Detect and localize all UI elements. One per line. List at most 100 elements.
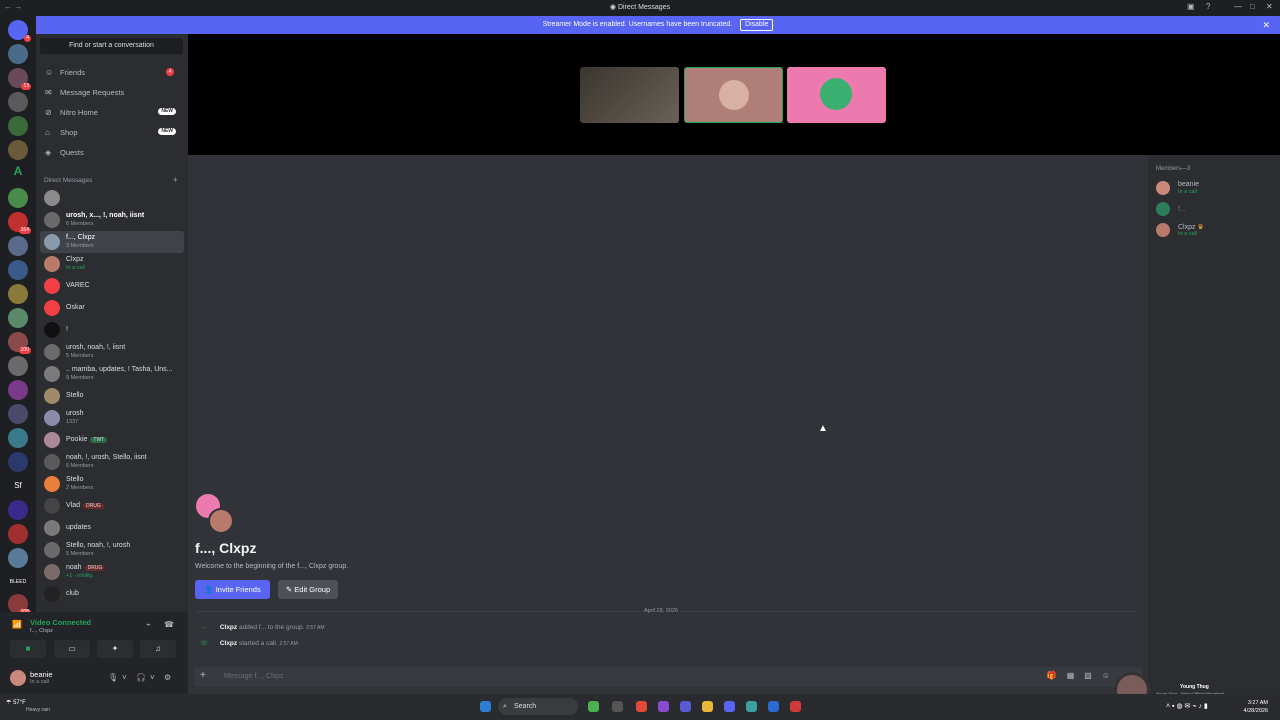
close-banner-icon[interactable]: ✕ [1262, 16, 1270, 34]
server-icon[interactable] [8, 524, 28, 544]
maximize-icon[interactable]: □ [1250, 2, 1255, 11]
create-dm-icon[interactable]: + [173, 175, 178, 185]
server-icon[interactable] [8, 236, 28, 256]
clock[interactable]: 3:27 AM 4/28/2026 [1244, 699, 1268, 715]
dm-item[interactable]: club [40, 583, 184, 605]
message-composer[interactable]: + Message f..., Clxpz 🎁▦▨☺ [194, 667, 1142, 687]
server-icon[interactable] [8, 44, 28, 64]
chevron-down-icon[interactable]: ˅ [150, 673, 155, 682]
gift-icon[interactable]: 🎁 [1047, 671, 1067, 680]
dm-item[interactable]: .. mamba, updates, ! Tasha, Uns... 9 Mem… [40, 363, 184, 385]
member-item[interactable]: f... [1156, 200, 1276, 220]
server-icon[interactable] [8, 500, 28, 520]
nav-friends[interactable]: ☺ Friends 4 [40, 64, 184, 82]
member-item[interactable]: beanie In a call [1156, 179, 1276, 199]
server-icon[interactable]: 308 [8, 594, 31, 616]
app-icon[interactable] [768, 701, 779, 712]
home-button[interactable]: 4 [8, 20, 31, 42]
dm-item[interactable]: urosh 1337 [40, 407, 184, 429]
video-tile[interactable] [580, 67, 679, 123]
taskbar-search[interactable]: ⌕ Search [498, 698, 578, 715]
sticker-icon[interactable]: ▨ [1084, 671, 1102, 680]
server-icon[interactable] [8, 428, 28, 448]
dm-item[interactable]: Vlad DRUG [40, 495, 184, 517]
weather-widget[interactable]: ☂ 57°F [6, 699, 26, 706]
server-icon[interactable]: A [8, 164, 28, 184]
server-icon[interactable]: BLEED [8, 572, 28, 592]
app-icon[interactable] [612, 701, 623, 712]
inbox-icon[interactable]: ▣ [1187, 2, 1195, 11]
server-icon[interactable] [8, 140, 28, 160]
disconnect-icon[interactable]: ☎ [164, 620, 174, 629]
server-icon[interactable]: 13 [8, 68, 31, 90]
nav-shop[interactable]: ⌂ Shop NEW [40, 124, 184, 142]
dm-item[interactable]: urosh, noah, !, iisnt 5 Members [40, 341, 184, 363]
app-icon[interactable] [636, 701, 647, 712]
server-icon[interactable]: 100 [8, 332, 31, 354]
dm-item-selected[interactable]: f..., Clxpz 3 Members [40, 231, 184, 253]
participant-tile[interactable] [684, 67, 783, 123]
server-icon[interactable] [8, 548, 28, 568]
screen-share-button[interactable]: ▭ [54, 640, 90, 658]
message-user[interactable]: Clxpz [220, 624, 237, 631]
server-icon[interactable] [8, 452, 28, 472]
server-icon[interactable] [8, 188, 28, 208]
voice-channel[interactable]: f..., Clxpz [30, 628, 53, 634]
dm-item[interactable]: VAREC [40, 275, 184, 297]
camera-button[interactable]: ■ [10, 640, 46, 658]
dm-item[interactable]: updates [40, 517, 184, 539]
server-icon[interactable]: Sf [8, 476, 28, 496]
activities-button[interactable]: ✦ [97, 640, 133, 658]
dm-item[interactable]: Stello [40, 385, 184, 407]
file-explorer-icon[interactable] [702, 701, 713, 712]
close-window-icon[interactable]: ✕ [1266, 2, 1273, 11]
app-icon[interactable] [658, 701, 669, 712]
help-icon[interactable]: ? [1206, 2, 1210, 11]
minimize-icon[interactable]: — [1234, 2, 1242, 11]
dm-item[interactable]: Stello, noah, !, urosh 5 Members [40, 539, 184, 561]
server-icon[interactable] [8, 356, 28, 376]
noise-suppression-icon[interactable]: ⌁ [146, 620, 151, 629]
nav-message-requests[interactable]: ✉ Message Requests [40, 84, 184, 102]
app-icon[interactable] [790, 701, 801, 712]
dm-item[interactable]: Clxpz In a call [40, 253, 184, 275]
avatar[interactable] [10, 670, 26, 686]
dm-item[interactable]: noah, !, urosh, Stello, iisnt 6 Members [40, 451, 184, 473]
server-icon[interactable] [8, 404, 28, 424]
dm-item[interactable]: Oskar [40, 297, 184, 319]
headphones-icon[interactable]: 🎧 [136, 673, 146, 682]
server-icon[interactable] [8, 380, 28, 400]
dm-item[interactable]: noah DRUG +1 · nihility. [40, 561, 184, 583]
gif-icon[interactable]: ▦ [1067, 671, 1085, 680]
server-icon[interactable] [8, 92, 28, 112]
server-icon[interactable] [8, 308, 28, 328]
nav-quests[interactable]: ◈ Quests [40, 144, 184, 162]
disable-streamer-button[interactable]: Disable [740, 19, 774, 31]
server-icon[interactable] [8, 116, 28, 136]
message-user[interactable]: Clxpz [220, 640, 237, 647]
settings-gear-icon[interactable]: ⚙ [164, 673, 171, 682]
server-icon[interactable]: 164 [8, 212, 31, 234]
soundboard-button[interactable]: ♫ [140, 640, 176, 658]
dm-item[interactable]: ! [40, 319, 184, 341]
app-icon[interactable] [746, 701, 757, 712]
member-item[interactable]: Clxpz ♛ In a call [1156, 221, 1276, 241]
dm-item[interactable] [40, 187, 184, 209]
windows-start-icon[interactable] [480, 701, 491, 712]
server-icon[interactable] [8, 260, 28, 280]
dm-item[interactable]: Pookie TWT [40, 429, 184, 451]
server-icon[interactable] [8, 284, 28, 304]
edit-group-button[interactable]: ✎ Edit Group [278, 580, 338, 599]
find-conversation-button[interactable]: Find or start a conversation [40, 38, 183, 54]
invite-friends-button[interactable]: 👤 Invite Friends [195, 580, 270, 599]
upload-plus-icon[interactable]: + [200, 670, 206, 681]
discord-taskbar-icon[interactable] [724, 701, 735, 712]
chevron-down-icon[interactable]: ˅ [122, 673, 127, 682]
participant-tile[interactable] [787, 67, 886, 123]
nav-nitro-home[interactable]: ⊘ Nitro Home NEW [40, 104, 184, 122]
app-icon[interactable] [588, 701, 599, 712]
dm-item[interactable]: Stello 2 Members [40, 473, 184, 495]
dm-item[interactable]: urosh, x..., !, noah, iisnt 6 Members [40, 209, 184, 231]
tray-icons[interactable]: ˄ ▪ ◍ ✉ ⌁ ♪ ▮ [1166, 702, 1208, 710]
app-icon[interactable] [680, 701, 691, 712]
